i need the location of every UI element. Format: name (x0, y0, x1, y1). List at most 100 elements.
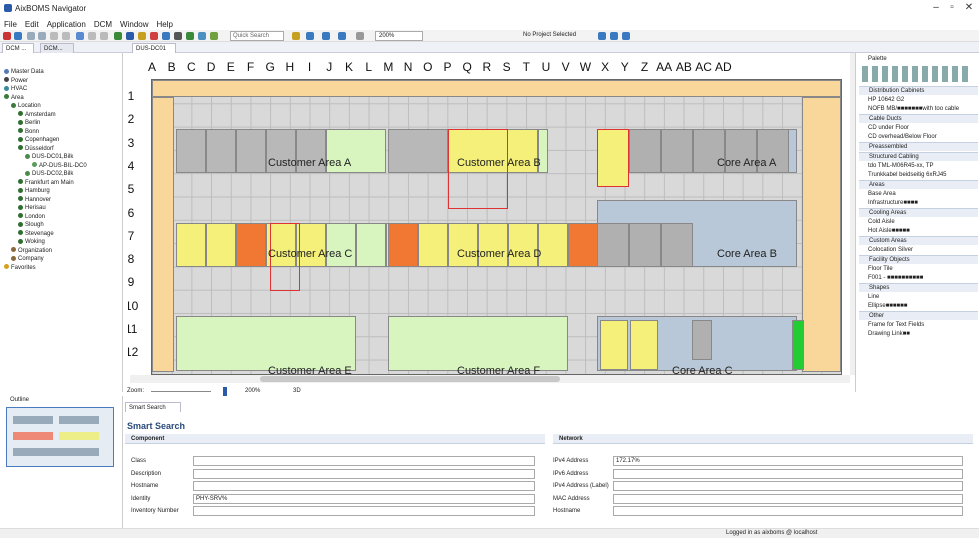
rack[interactable] (508, 223, 538, 267)
list-icon[interactable] (162, 32, 170, 40)
add-icon[interactable] (76, 32, 84, 40)
tree-node[interactable]: Hamburg (18, 187, 50, 195)
field-input[interactable] (193, 468, 535, 479)
rack[interactable] (236, 223, 266, 267)
menu-edit[interactable]: Edit (25, 20, 39, 30)
rack[interactable] (448, 223, 478, 267)
field-input[interactable] (613, 481, 963, 491)
palette-item[interactable]: CD overhead/Below Floor (868, 133, 937, 141)
field-input[interactable] (613, 506, 963, 516)
link-icon[interactable] (622, 32, 630, 40)
tree-node[interactable]: Berlin (18, 119, 40, 127)
field-input[interactable] (193, 481, 535, 491)
palette-item[interactable]: Floor Tile (868, 265, 893, 273)
palette-item[interactable]: Drawing Link■■ (868, 330, 910, 338)
palette-item[interactable]: Hot Aisle■■■■■ (868, 227, 910, 235)
selection-outline[interactable] (448, 129, 508, 209)
palette-item[interactable]: Colocation Silver (868, 246, 913, 254)
rack[interactable] (597, 129, 629, 187)
project-select[interactable]: No Project Selected (513, 31, 593, 41)
palette-section[interactable]: Cable Ducts (859, 114, 978, 123)
palette-section[interactable]: Shapes (859, 283, 978, 292)
palette-section[interactable]: Facility Objects (859, 255, 978, 264)
menu-dcm[interactable]: DCM (94, 20, 112, 30)
field-input[interactable] (613, 468, 963, 479)
target-icon[interactable] (150, 32, 158, 40)
tree-node[interactable]: Location (11, 102, 41, 110)
palette-item[interactable]: Infrastructure■■■■ (868, 199, 918, 207)
rack[interactable] (388, 129, 448, 173)
tab-dcm-tree[interactable]: DCM ... (2, 43, 34, 53)
minimize-button[interactable]: – (928, 2, 944, 13)
tree-icon[interactable] (186, 32, 194, 40)
palette-item[interactable]: HP 10642 G2 (868, 96, 904, 104)
refresh-icon[interactable] (598, 32, 606, 40)
tab-dcm-list[interactable]: DCM... (40, 43, 74, 53)
floor-grid[interactable]: Customer Area A Customer Area B Customer A… (151, 79, 842, 375)
3d-toggle[interactable]: 3D (293, 388, 301, 394)
close-button[interactable]: ✕ (961, 2, 977, 13)
edit-icon[interactable] (210, 32, 218, 40)
tree-node[interactable]: Master Data (4, 68, 44, 76)
maximize-button[interactable]: ▫ (944, 2, 960, 13)
rack[interactable] (630, 320, 658, 370)
tree-node[interactable]: Herisau (18, 204, 46, 212)
palette-section[interactable]: Preassembled (859, 142, 978, 151)
tree-node[interactable]: Slough (18, 221, 44, 229)
rack[interactable] (478, 223, 508, 267)
tree-node[interactable]: Power (4, 77, 28, 85)
palette-item[interactable]: CD under Floor (868, 124, 909, 132)
palette-item[interactable]: F001 - ■■■■■■■■■■ (868, 274, 923, 282)
rack[interactable] (418, 223, 448, 267)
zoom-slider-thumb[interactable] (223, 387, 227, 396)
tab-editor[interactable]: DUS-DC01 (132, 43, 176, 53)
palette-section[interactable]: Other (859, 311, 978, 320)
rack[interactable] (356, 223, 386, 267)
arrange-icon[interactable] (338, 32, 346, 40)
tree-node[interactable]: Düsseldorf (18, 145, 54, 153)
field-input[interactable] (193, 456, 535, 466)
tree-node[interactable]: Copenhagen (18, 136, 59, 144)
tree-node[interactable]: AP-DUS-BIL-DC0 (32, 162, 87, 170)
tree-node[interactable]: DUS-DC02,Bilk (25, 170, 73, 178)
align-icon[interactable] (306, 32, 314, 40)
component-section[interactable]: Component (125, 434, 545, 444)
rack[interactable] (692, 320, 712, 360)
floor-plan-canvas[interactable]: Customer Area A Customer Area B Customer A… (128, 53, 850, 375)
field-input[interactable] (193, 506, 535, 516)
tree-node[interactable]: Stevenage (18, 230, 54, 238)
layout-icon[interactable] (126, 32, 134, 40)
forward-icon[interactable] (38, 32, 46, 40)
rack[interactable] (388, 223, 418, 267)
border-strip[interactable] (802, 97, 841, 372)
tree-node[interactable]: Woking (18, 238, 45, 246)
palette-section[interactable]: Custom Areas (859, 236, 978, 245)
sync-icon[interactable] (610, 32, 618, 40)
rack[interactable] (296, 223, 326, 267)
palette-item[interactable]: Trunkkabel beidseitig 6xRJ45 (868, 171, 947, 179)
rack[interactable] (661, 223, 693, 267)
area-e[interactable] (176, 316, 356, 371)
green-rack[interactable] (792, 320, 804, 370)
fit-icon[interactable] (356, 32, 364, 40)
rack[interactable] (206, 223, 236, 267)
save-icon[interactable] (62, 32, 70, 40)
menu-window[interactable]: Window (120, 20, 148, 30)
palette-item[interactable]: Base Area (868, 190, 896, 198)
rack[interactable] (176, 223, 206, 267)
rack[interactable] (326, 223, 356, 267)
tree-node[interactable]: Frankfurt am Main (18, 179, 74, 187)
tree-node[interactable]: Organization (11, 247, 52, 255)
scroll-thumb[interactable] (260, 376, 560, 382)
rack[interactable] (661, 129, 693, 173)
canvas-horizontal-scrollbar[interactable] (130, 375, 850, 383)
tree-node[interactable]: Amsterdam (18, 111, 56, 119)
rack[interactable] (206, 129, 236, 173)
tree-node[interactable]: Hannover (18, 196, 51, 204)
field-input[interactable]: PHY-SRV% (193, 493, 535, 504)
filter-icon[interactable] (138, 32, 146, 40)
zoom-select[interactable]: 200% (375, 31, 423, 41)
menu-file[interactable]: File (4, 20, 17, 30)
paste-icon[interactable] (100, 32, 108, 40)
field-input[interactable]: 172.17% (613, 456, 963, 466)
